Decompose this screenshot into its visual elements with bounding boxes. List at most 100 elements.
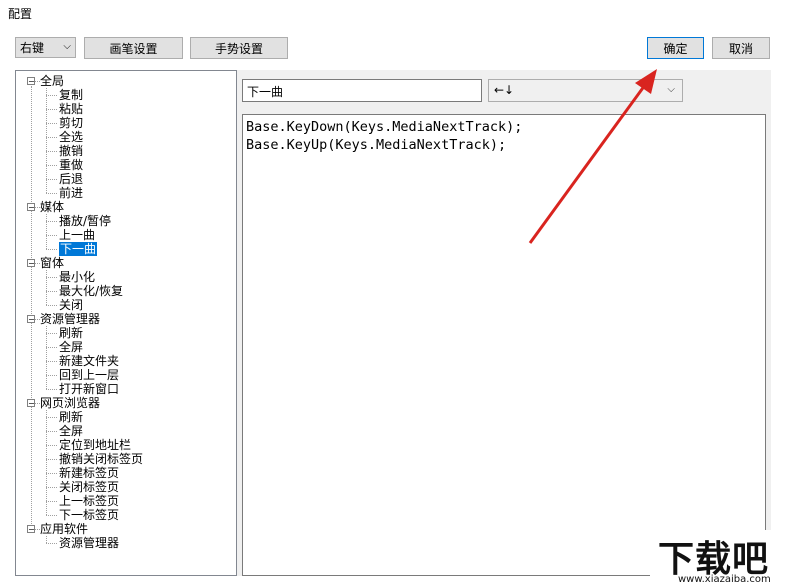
tree-collapse-icon[interactable]: − — [27, 77, 35, 86]
tree-item[interactable]: 后退 — [59, 172, 83, 186]
tree-item[interactable]: 撤销关闭标签页 — [59, 452, 143, 466]
tree-item[interactable]: 关闭标签页 — [59, 480, 119, 494]
tree-item[interactable]: 撤销 — [59, 144, 83, 158]
tree-item[interactable]: 全屏 — [59, 424, 83, 438]
tree-item[interactable]: 粘贴 — [59, 102, 83, 116]
tree-group-label: 窗体 — [40, 256, 65, 270]
tree-group[interactable]: 网页浏览器 — [40, 396, 100, 410]
tree-item[interactable]: 定位到地址栏 — [59, 438, 131, 452]
tree-line — [46, 389, 57, 390]
tree-item-label: 回到上一层 — [59, 368, 120, 382]
tree-collapse-icon[interactable]: − — [27, 203, 35, 212]
tree-group[interactable]: 窗体 — [40, 256, 64, 270]
tree-item-label: 下一标签页 — [59, 508, 120, 522]
tree-item[interactable]: 资源管理器 — [59, 536, 119, 550]
watermark-url: www.xiazaiba.com — [678, 574, 771, 585]
key-combo-select[interactable]: ←↓ ⌵ — [488, 79, 683, 102]
tree-line — [46, 277, 57, 278]
pen-settings-button[interactable]: 画笔设置 — [84, 37, 183, 59]
cancel-button[interactable]: 取消 — [712, 37, 770, 59]
tree-line — [46, 179, 57, 180]
tree-collapse-icon[interactable]: − — [27, 525, 35, 534]
tree-line — [46, 326, 47, 389]
tree-group[interactable]: 媒体 — [40, 200, 64, 214]
tree-item-label: 上一曲 — [59, 228, 96, 242]
window-title: 配置 — [8, 7, 33, 21]
tree-item-label: 撤销关闭标签页 — [59, 452, 144, 466]
tree-line — [46, 305, 57, 306]
tree-item[interactable]: 刷新 — [59, 326, 83, 340]
tree-item[interactable]: 刷新 — [59, 410, 83, 424]
tree-group-label: 媒体 — [40, 200, 65, 214]
tree-item[interactable]: 重做 — [59, 158, 83, 172]
tree-item-label: 定位到地址栏 — [59, 438, 132, 452]
chevron-down-icon: ⌵ — [63, 41, 71, 52]
tree-group-label: 网页浏览器 — [40, 396, 101, 410]
tree-item-label: 重做 — [59, 158, 84, 172]
tree-group[interactable]: 全局 — [40, 74, 64, 88]
tree-item-label: 全屏 — [59, 340, 84, 354]
tree-line — [46, 249, 57, 250]
tree-item[interactable]: 最大化/恢复 — [59, 284, 123, 298]
tree-item-label: 后退 — [59, 172, 84, 186]
tree-item-label: 全屏 — [59, 424, 84, 438]
tree-item-label: 剪切 — [59, 116, 84, 130]
tree-line — [46, 543, 57, 544]
tree-collapse-icon[interactable]: − — [27, 399, 35, 408]
tree-line — [46, 235, 57, 236]
tree-item[interactable]: 上一曲 — [59, 228, 95, 242]
tree-line — [46, 459, 57, 460]
tree-item-label: 最大化/恢复 — [59, 284, 124, 298]
tree-line — [31, 86, 32, 526]
ok-button[interactable]: 确定 — [647, 37, 704, 59]
tree-item[interactable]: 上一标签页 — [59, 494, 119, 508]
tree-item[interactable]: 回到上一层 — [59, 368, 119, 382]
tree-line — [46, 214, 47, 249]
tree-item-label: 前进 — [59, 186, 84, 200]
tree-item[interactable]: 新建标签页 — [59, 466, 119, 480]
tree-line — [46, 347, 57, 348]
tree-group[interactable]: 资源管理器 — [40, 312, 100, 326]
tree-item[interactable]: 播放/暂停 — [59, 214, 111, 228]
tree-item[interactable]: 下一曲 — [57, 241, 99, 257]
tree-item[interactable]: 复制 — [59, 88, 83, 102]
tree-group[interactable]: 应用软件 — [40, 522, 88, 536]
tree-item-label: 新建标签页 — [59, 466, 120, 480]
action-tree[interactable]: − 全局 复制 粘贴 剪切 全选 撤销 重做 后退 前进 − 媒体 播放/暂停 上一曲 下一曲 − 窗体 最小化最… — [15, 70, 237, 576]
tree-item[interactable]: 最小化 — [59, 270, 95, 284]
tree-group-label: 应用软件 — [40, 522, 89, 536]
tree-line — [46, 123, 57, 124]
tree-item-label: 撤销 — [59, 144, 84, 158]
tree-group-label: 全局 — [40, 74, 65, 88]
tree-item[interactable]: 关闭 — [59, 298, 83, 312]
tree-item[interactable]: 前进 — [59, 186, 83, 200]
tree-line — [46, 137, 57, 138]
tree-line — [46, 270, 47, 305]
tree-line — [46, 445, 57, 446]
action-name-input[interactable]: 下一曲 — [242, 79, 482, 102]
tree-line — [46, 501, 57, 502]
tree-item[interactable]: 下一标签页 — [59, 508, 119, 522]
tree-item-label: 播放/暂停 — [59, 214, 112, 228]
tree-collapse-icon[interactable]: − — [27, 259, 35, 268]
tree-collapse-icon[interactable]: − — [27, 315, 35, 324]
tree-item-label: 关闭标签页 — [59, 480, 120, 494]
tree-item-label: 最小化 — [59, 270, 96, 284]
tree-line — [46, 361, 57, 362]
tree-line — [46, 333, 57, 334]
tree-item[interactable]: 全屏 — [59, 340, 83, 354]
tree-item[interactable]: 剪切 — [59, 116, 83, 130]
tree-item[interactable]: 全选 — [59, 130, 83, 144]
tree-item-label: 下一曲 — [57, 241, 99, 257]
script-editor[interactable]: Base.KeyDown(Keys.MediaNextTrack); Base.… — [242, 114, 766, 576]
tree-line — [46, 221, 57, 222]
tree-line — [46, 515, 57, 516]
tree-line — [46, 291, 57, 292]
gesture-settings-button[interactable]: 手势设置 — [190, 37, 288, 59]
tree-item[interactable]: 新建文件夹 — [59, 354, 119, 368]
tree-line — [46, 536, 47, 543]
watermark: 下载吧 www.xiazaiba.com — [650, 530, 785, 587]
tree-item-label: 资源管理器 — [59, 536, 120, 550]
mouse-button-select[interactable]: 右键 ⌵ — [15, 37, 76, 58]
tree-item[interactable]: 打开新窗口 — [59, 382, 119, 396]
